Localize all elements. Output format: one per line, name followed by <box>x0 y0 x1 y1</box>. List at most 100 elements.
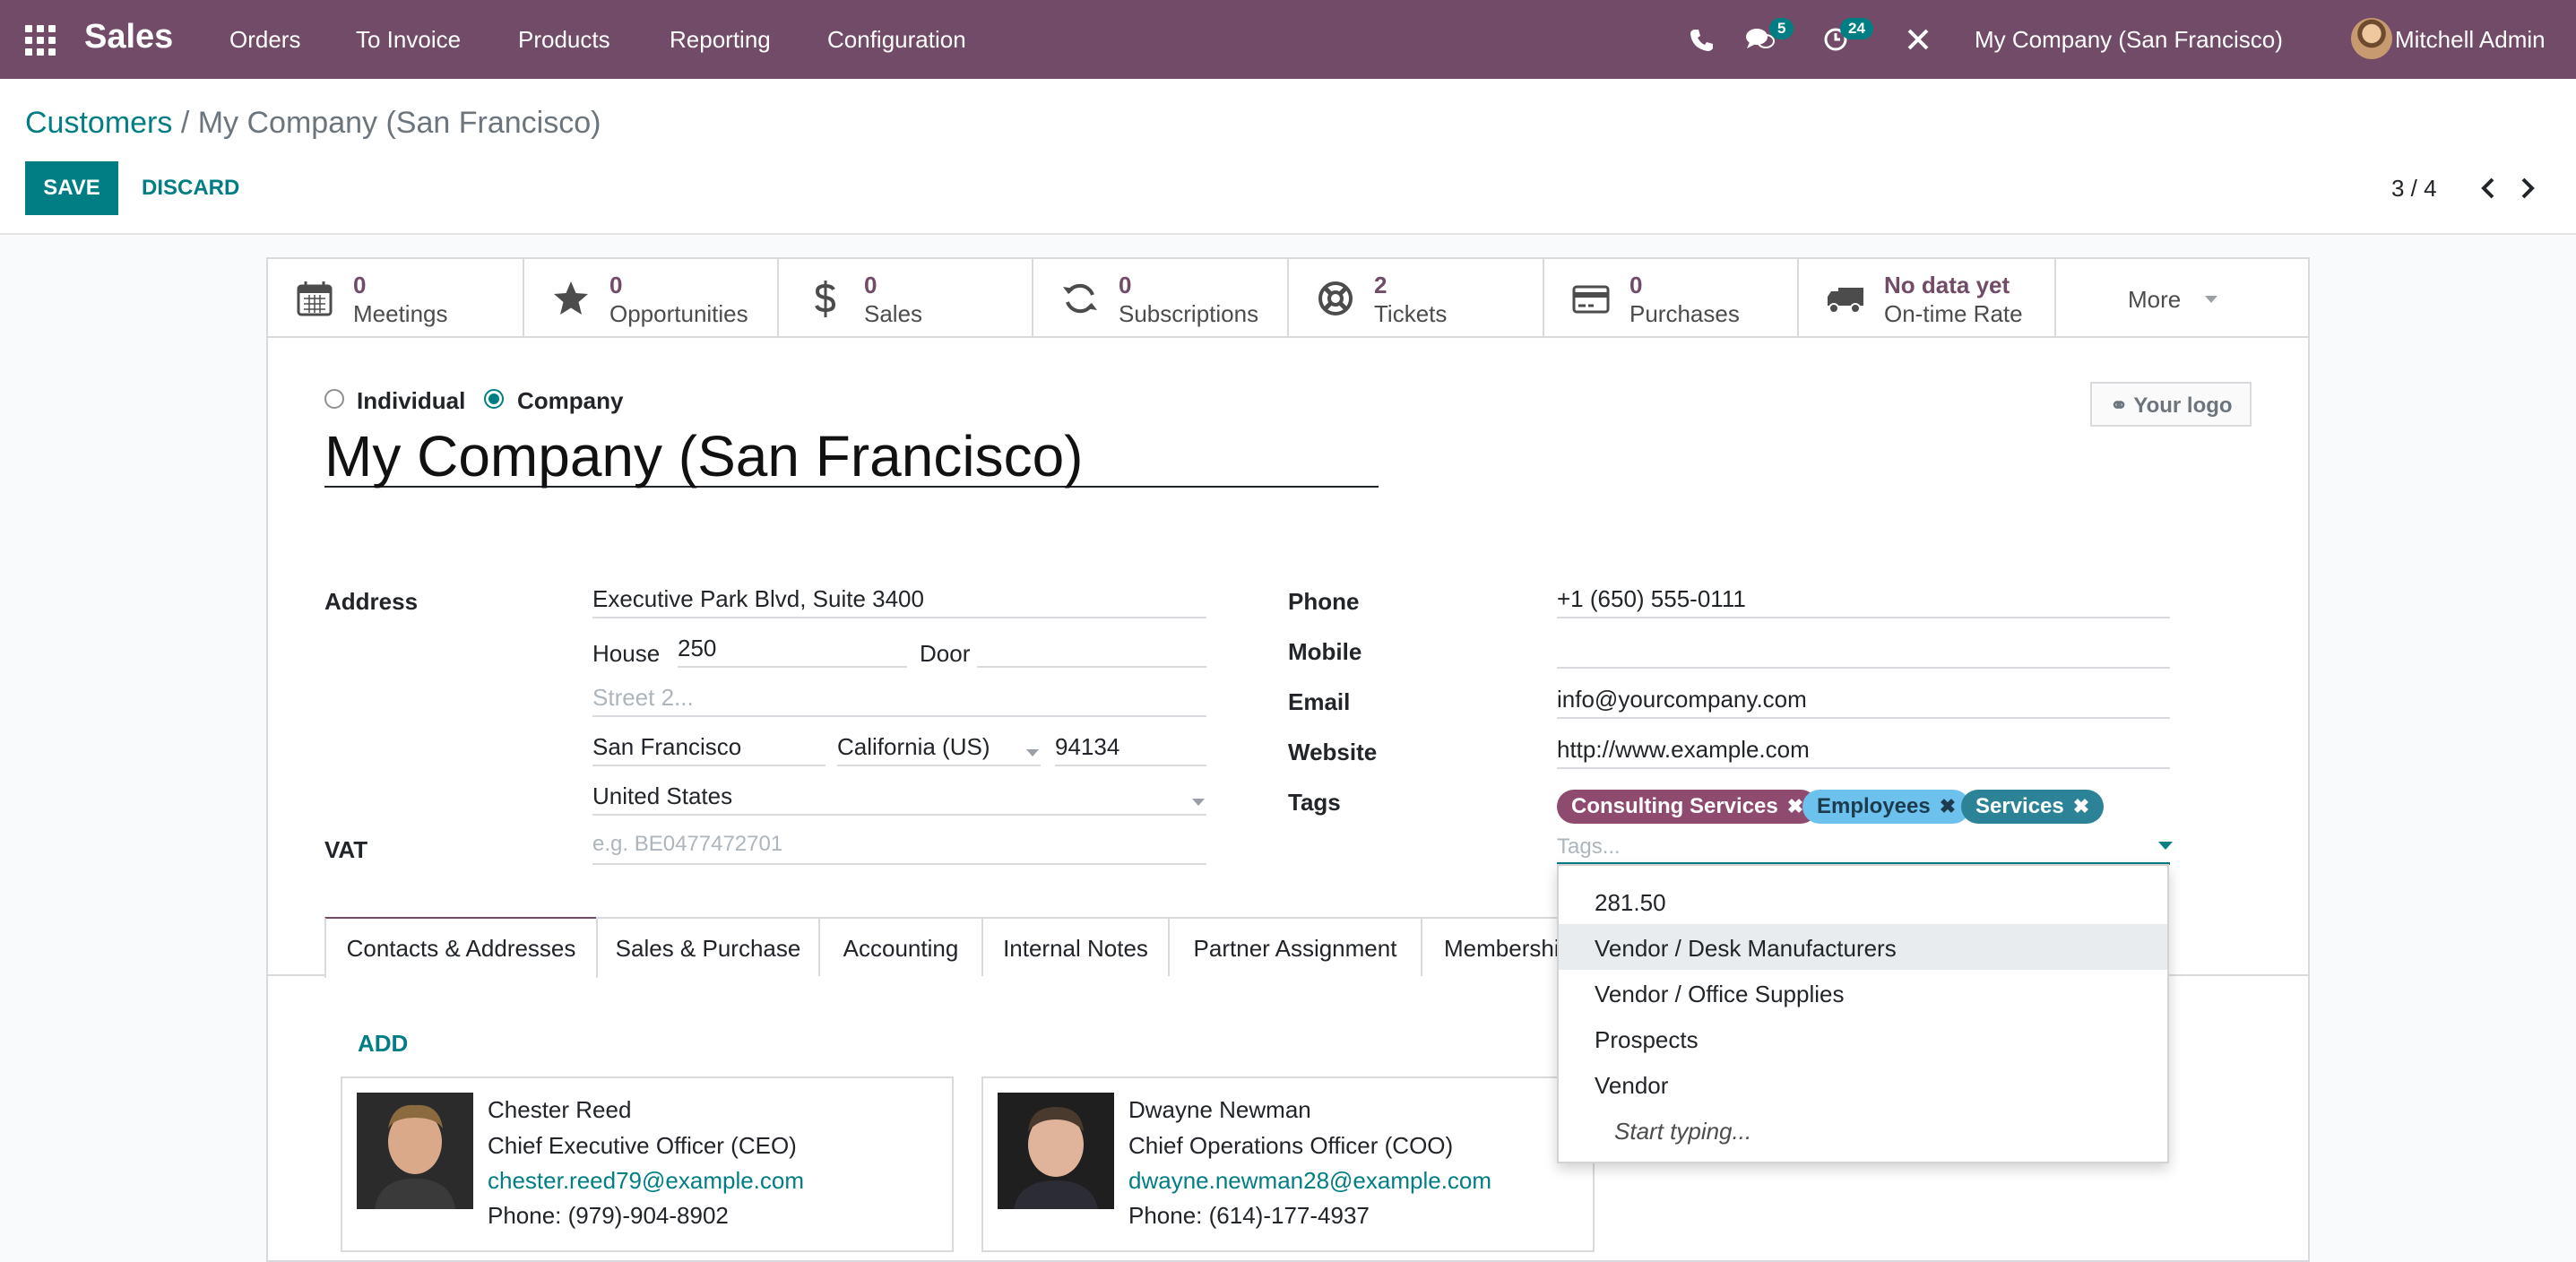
website-label: Website <box>1288 739 1378 765</box>
menu-to-invoice[interactable]: To Invoice <box>356 26 461 54</box>
phone-icon[interactable] <box>1683 22 1719 57</box>
contact-card[interactable]: Chester Reed Chief Executive Officer (CE… <box>341 1076 954 1252</box>
door-input[interactable] <box>977 628 1206 668</box>
tag-services-label: Services <box>1975 794 2064 818</box>
top-navbar: Sales Orders To Invoice Products Reporti… <box>0 0 2576 79</box>
tab-accounting[interactable]: Accounting <box>818 917 983 976</box>
debug-tools-icon[interactable] <box>1900 22 1936 57</box>
on-time-rate-value: No data yet <box>1884 272 2010 298</box>
website-input[interactable]: http://www.example.com <box>1557 730 2170 769</box>
contact-email-link[interactable]: dwayne.newman28@example.com <box>1128 1167 1491 1195</box>
tags-label: Tags <box>1288 789 1341 816</box>
breadcrumb-separator: / <box>180 106 190 140</box>
tags-chevron-icon[interactable] <box>2158 842 2173 850</box>
remove-tag-icon[interactable]: ✖ <box>2073 795 2089 817</box>
company-radio[interactable] <box>484 389 504 409</box>
dropdown-option[interactable]: 281.50 <box>1559 878 2167 924</box>
country-select[interactable]: United States <box>592 776 1206 816</box>
dropdown-option[interactable]: Vendor <box>1559 1061 2167 1107</box>
save-button[interactable]: SAVE <box>25 161 118 215</box>
dropdown-start-typing-hint: Start typing... <box>1614 1118 1752 1145</box>
user-menu[interactable]: Mitchell Admin <box>2395 26 2546 54</box>
subscriptions-button[interactable]: 0 Subscriptions <box>1033 259 1289 336</box>
on-time-rate-label: On-time Rate <box>1884 300 2023 327</box>
tab-partner-assignment[interactable]: Partner Assignment <box>1168 917 1422 976</box>
breadcrumb-current: My Company (San Francisco) <box>197 106 601 140</box>
zip-input[interactable]: 94134 <box>1055 727 1206 766</box>
contact-phone: Phone: (614)-177-4937 <box>1128 1202 1370 1229</box>
pager-value[interactable]: 3 / 4 <box>2391 175 2437 203</box>
pager-next-icon[interactable] <box>2512 170 2541 206</box>
tickets-button[interactable]: 2 Tickets <box>1289 259 1544 336</box>
house-input[interactable]: 250 <box>678 628 907 668</box>
on-time-rate-button[interactable]: No data yet On-time Rate <box>1799 259 2056 336</box>
life-ring-icon <box>1318 281 1353 316</box>
menu-orders[interactable]: Orders <box>229 26 300 54</box>
breadcrumb-customers-link[interactable]: Customers <box>25 106 172 140</box>
contact-email-link[interactable]: chester.reed79@example.com <box>488 1167 804 1195</box>
meetings-button[interactable]: 0 Meetings <box>268 259 524 336</box>
app-name[interactable]: Sales <box>84 18 173 56</box>
sales-button[interactable]: 0 Sales <box>779 259 1033 336</box>
activities-count-badge: 24 <box>1840 18 1873 39</box>
chevron-down-icon <box>2205 296 2217 303</box>
country-chevron-icon <box>1192 799 1205 806</box>
camera-icon: ⚭ <box>2110 393 2134 418</box>
tab-sales-purchase[interactable]: Sales & Purchase <box>596 917 820 976</box>
phone-label: Phone <box>1288 588 1360 615</box>
logo-upload[interactable]: ⚭ Your logo <box>2090 382 2252 427</box>
smart-button-box: 0 Meetings 0 Opportunities 0 Sales 0 Sub… <box>268 259 2308 338</box>
tab-contacts-addresses[interactable]: Contacts & Addresses <box>324 917 598 978</box>
purchases-button[interactable]: 0 Purchases <box>1544 259 1799 336</box>
contact-title: Chief Operations Officer (COO) <box>1128 1132 1454 1159</box>
company-label[interactable]: Company <box>517 387 623 415</box>
star-icon <box>554 281 588 315</box>
vat-input[interactable]: e.g. BE0477472701 <box>592 825 1206 865</box>
add-contact-button[interactable]: ADD <box>358 1030 408 1058</box>
sales-label: Sales <box>864 300 923 327</box>
email-input[interactable]: info@yourcompany.com <box>1557 679 2170 719</box>
dropdown-option[interactable]: Prospects <box>1559 1016 2167 1061</box>
city-input[interactable]: San Francisco <box>592 727 826 766</box>
tag-consulting-services: Consulting Services ✖ <box>1557 790 1819 824</box>
contact-card[interactable]: Dwayne Newman Chief Operations Officer (… <box>981 1076 1595 1252</box>
menu-configuration[interactable]: Configuration <box>827 26 966 54</box>
mobile-input[interactable] <box>1557 629 2170 669</box>
tab-membership[interactable]: Membership <box>1421 917 1564 976</box>
apps-menu-icon[interactable] <box>25 25 56 56</box>
sales-count: 0 <box>864 272 877 298</box>
dropdown-option[interactable]: Vendor / Desk Manufacturers <box>1559 924 2167 970</box>
opportunities-button[interactable]: 0 Opportunities <box>524 259 779 336</box>
individual-radio[interactable] <box>324 389 344 409</box>
menu-reporting[interactable]: Reporting <box>670 26 771 54</box>
refresh-icon <box>1063 283 1097 314</box>
tag-employees-label: Employees <box>1817 794 1931 818</box>
dropdown-option[interactable]: Vendor / Office Supplies <box>1559 970 2167 1016</box>
remove-tag-icon[interactable]: ✖ <box>1787 795 1803 817</box>
state-select[interactable]: California (US) <box>837 727 1041 766</box>
dollar-icon <box>815 281 836 317</box>
messages-count-badge: 5 <box>1769 18 1794 39</box>
subscriptions-count: 0 <box>1119 272 1132 298</box>
tags-autocomplete-dropdown: 281.50 Vendor / Desk Manufacturers Vendo… <box>1557 864 2169 1163</box>
company-switcher[interactable]: My Company (San Francisco) <box>1975 26 2283 54</box>
street2-input[interactable]: Street 2... <box>592 678 1206 717</box>
logo-label: Your logo <box>2133 393 2233 418</box>
opportunities-label: Opportunities <box>609 300 748 327</box>
state-chevron-icon <box>1026 749 1039 756</box>
individual-label[interactable]: Individual <box>357 387 465 415</box>
discard-button[interactable]: DISCARD <box>134 161 246 215</box>
tags-input[interactable]: Tags... <box>1557 824 2170 865</box>
more-button[interactable]: More <box>2056 259 2309 336</box>
contact-photo <box>357 1093 473 1209</box>
remove-tag-icon[interactable]: ✖ <box>1940 795 1956 817</box>
tab-internal-notes[interactable]: Internal Notes <box>981 917 1170 976</box>
street-input[interactable]: Executive Park Blvd, Suite 3400 <box>592 579 1206 618</box>
partner-name-input[interactable]: My Company (San Francisco) <box>324 423 1379 488</box>
menu-products[interactable]: Products <box>518 26 610 54</box>
contact-name: Chester Reed <box>488 1096 632 1123</box>
pager-previous-icon[interactable] <box>2475 170 2503 206</box>
breadcrumb: Customers / My Company (San Francisco) <box>25 106 601 141</box>
phone-input[interactable]: +1 (650) 555-0111 <box>1557 579 2170 618</box>
user-avatar[interactable] <box>2351 18 2392 59</box>
